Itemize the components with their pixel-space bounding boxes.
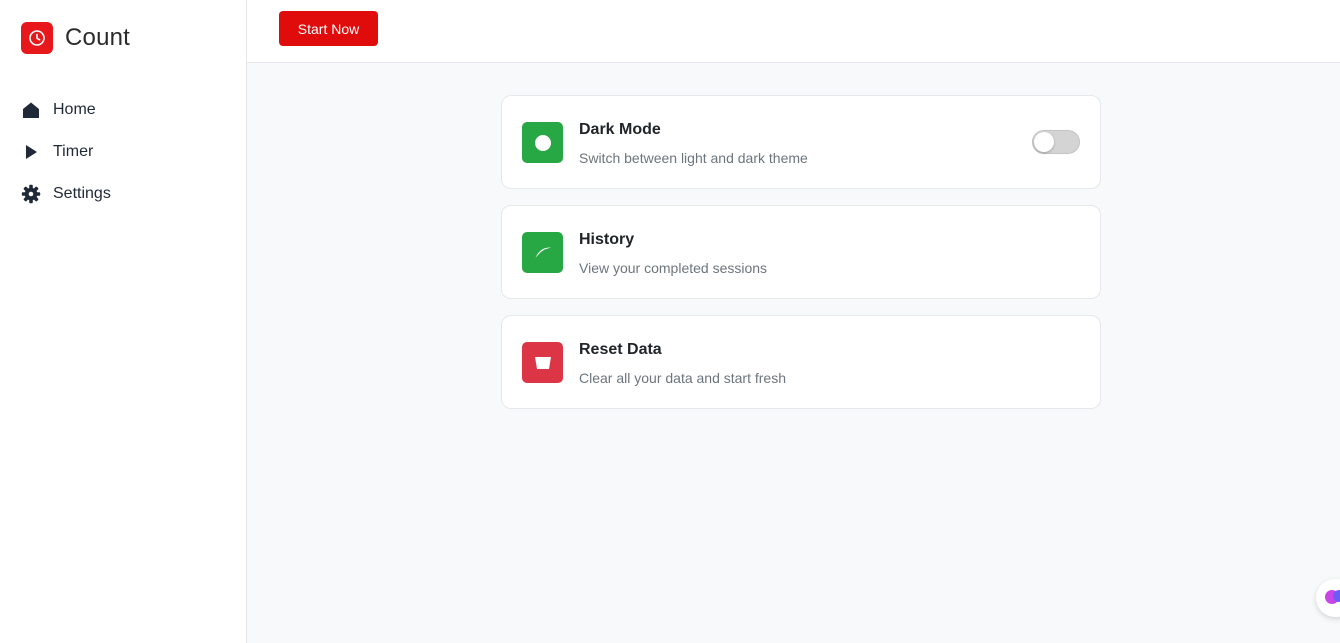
home-icon [21,100,41,120]
dark-mode-toggle[interactable] [1032,130,1080,154]
sidebar-item-label: Settings [53,185,111,202]
history-card[interactable]: History View your completed sessions [501,205,1101,299]
brand-name: Count [65,24,131,51]
sidebar-item-home[interactable]: Home [21,89,111,131]
sidebar: Count Home Timer Settings [0,0,247,643]
trash-icon [522,342,563,383]
sidebar-nav: Home Timer Settings [21,89,111,215]
card-title: Dark Mode [579,121,661,138]
clock-icon [21,22,53,54]
dark-mode-card: Dark Mode Switch between light and dark … [501,95,1101,189]
sidebar-item-label: Timer [53,143,94,160]
gear-icon [21,184,41,204]
history-icon [522,232,563,273]
card-description: View your completed sessions [579,260,768,276]
toggle-knob [1034,132,1054,152]
card-title: Reset Data [579,341,662,358]
assistant-icon [1325,590,1340,604]
sidebar-item-settings[interactable]: Settings [21,173,111,215]
card-title: History [579,231,635,248]
assistant-button[interactable] [1316,579,1340,617]
brand[interactable]: Count [21,22,130,54]
card-description: Switch between light and dark theme [579,150,808,166]
reset-data-card[interactable]: Reset Data Clear all your data and start… [501,315,1101,409]
settings-list: Dark Mode Switch between light and dark … [501,95,1101,425]
sidebar-item-label: Home [53,101,96,118]
start-now-button[interactable]: Start Now [279,11,378,46]
topbar: Start Now [247,0,1340,63]
sidebar-item-timer[interactable]: Timer [21,131,111,173]
dark-mode-icon [522,122,563,163]
play-icon [21,142,41,162]
card-description: Clear all your data and start fresh [579,370,786,386]
